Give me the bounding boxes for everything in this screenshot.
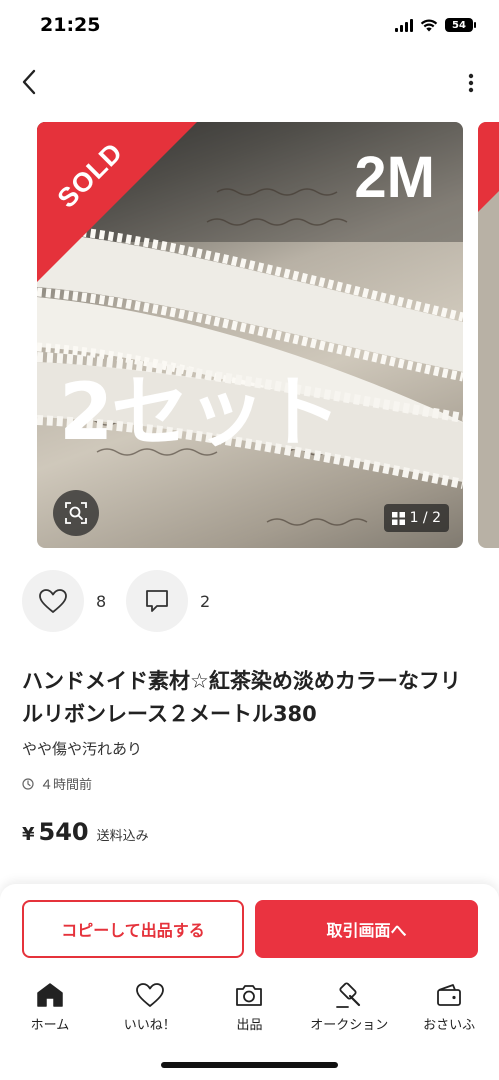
signal-icon xyxy=(395,18,413,32)
comment-button[interactable] xyxy=(126,570,188,632)
status-bar: 21:25 54 xyxy=(0,0,499,56)
like-count: 8 xyxy=(96,591,107,611)
item-title: ハンドメイド素材☆紅茶染め淡めカラーなフリルリボンレース２メートル380 xyxy=(22,669,461,726)
posted-time: ４時間前 xyxy=(22,774,92,793)
heart-icon xyxy=(39,589,67,613)
back-button[interactable] xyxy=(14,66,44,98)
posted-time-text: ４時間前 xyxy=(40,778,93,793)
tab-home[interactable]: ホーム xyxy=(0,980,100,1040)
like-button[interactable] xyxy=(22,570,84,632)
tab-sell-label: 出品 xyxy=(236,1018,263,1033)
image-search-button[interactable] xyxy=(53,490,99,536)
heart-icon xyxy=(135,983,164,1007)
tab-likes-label: いいね！ xyxy=(123,1018,176,1033)
comment-icon xyxy=(146,590,168,612)
camera-icon xyxy=(236,985,263,1006)
item-condition: やや傷や汚れあり xyxy=(22,740,143,758)
wifi-icon xyxy=(420,19,438,32)
status-icons: 54 xyxy=(395,18,476,32)
tab-wallet[interactable]: おさいふ xyxy=(399,980,499,1040)
tab-wallet-label: おさいふ xyxy=(423,1018,476,1033)
image-page-indicator[interactable]: 1 / 2 xyxy=(383,504,449,532)
tab-auction-label: オークション xyxy=(310,1018,389,1033)
reactions-row: 8 2 xyxy=(22,570,230,632)
home-icon xyxy=(37,983,63,1007)
status-time: 21:25 xyxy=(40,14,101,36)
more-options-button[interactable] xyxy=(463,70,479,96)
image-overlay-sets: 2セット xyxy=(59,368,341,458)
home-indicator[interactable] xyxy=(161,1062,338,1068)
tab-auction[interactable]: オークション xyxy=(299,980,399,1040)
grid-icon xyxy=(391,511,405,525)
next-product-image[interactable] xyxy=(478,122,499,548)
tab-likes[interactable]: いいね！ xyxy=(100,980,200,1040)
shipping-note: 送料込み xyxy=(96,829,149,844)
tab-sell[interactable]: 出品 xyxy=(200,980,300,1040)
page-indicator-text: 1 / 2 xyxy=(409,510,441,526)
image-overlay-length: 2M xyxy=(354,145,435,210)
tab-home-label: ホーム xyxy=(30,1018,70,1033)
price-currency: ¥ xyxy=(22,824,35,845)
price-row: ¥ 540 送料込み xyxy=(22,818,149,846)
product-image[interactable]: SOLD 2M 2セット 1 / 2 xyxy=(37,122,463,548)
gavel-icon xyxy=(336,982,361,1008)
go-to-trade-button[interactable]: 取引画面へ xyxy=(255,900,478,958)
image-carousel[interactable]: SOLD 2M 2セット 1 / 2 xyxy=(0,122,499,548)
copy-and-list-button[interactable]: コピーして出品する xyxy=(22,900,244,958)
comment-count: 2 xyxy=(200,591,211,611)
battery-icon: 54 xyxy=(445,18,476,32)
image-search-icon xyxy=(65,502,87,524)
wallet-icon xyxy=(437,984,461,1006)
sold-banner-next xyxy=(478,122,499,212)
tab-bar: ホーム いいね！ 出品 オークション おさいふ xyxy=(0,980,499,1040)
clock-icon xyxy=(22,777,34,790)
more-vertical-icon xyxy=(468,73,474,93)
price-value: 540 xyxy=(38,818,89,846)
chevron-left-icon xyxy=(22,69,36,95)
